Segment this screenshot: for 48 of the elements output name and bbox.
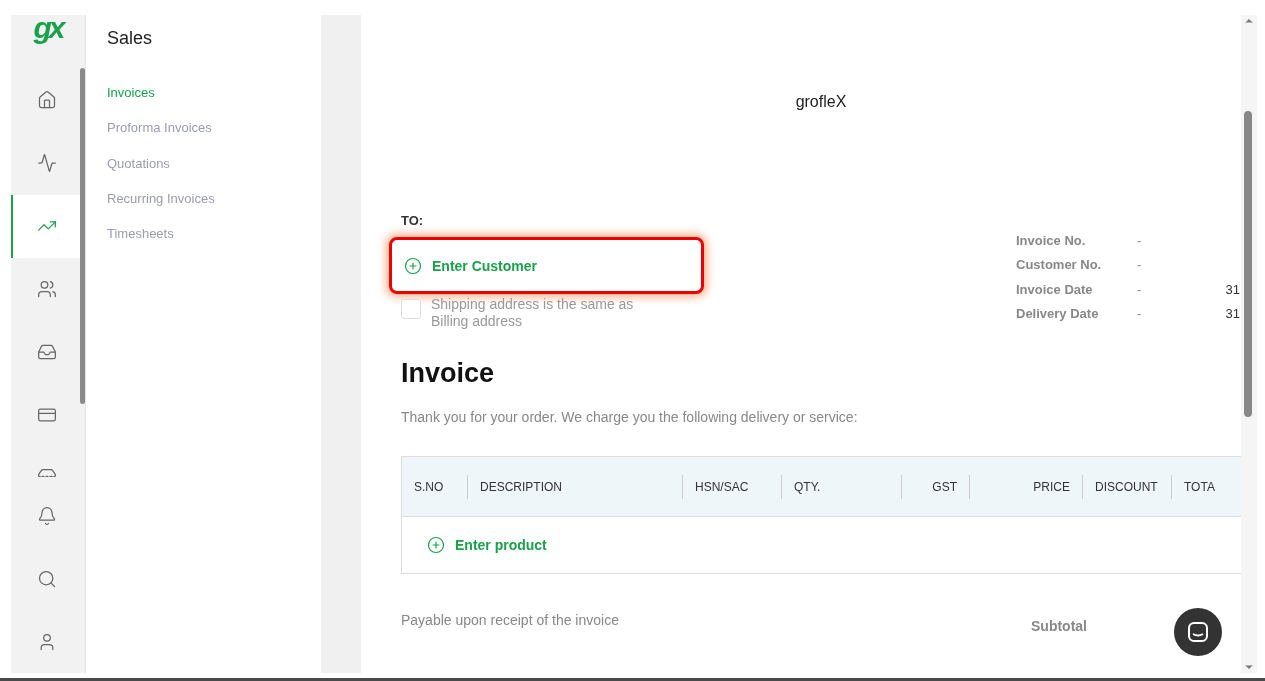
pulse-icon [36, 153, 57, 174]
meta-separator: - [1137, 281, 1143, 297]
plus-icon [427, 536, 445, 554]
nav-link[interactable]: Invoices [107, 85, 321, 121]
meta-separator: - [1137, 306, 1143, 322]
payment-note: Payable upon receipt of the invoice [401, 612, 620, 630]
to-label: TO: [401, 213, 425, 228]
search-icon [36, 568, 57, 589]
scrollbar-thumb[interactable] [80, 68, 85, 404]
column-header: DESCRIPTION [480, 479, 562, 494]
nav-link[interactable]: Quotations [107, 155, 321, 191]
users-icon [36, 279, 57, 300]
chat-button[interactable] [1174, 608, 1222, 656]
column-header: QTY. [794, 479, 821, 494]
meta-label: Invoice Date [1016, 281, 1094, 297]
meta-separator: - [1137, 232, 1143, 248]
checkbox[interactable] [401, 299, 421, 319]
company-name: grofleX [794, 93, 848, 112]
intro-text: Thank you for your order. We charge you the following delivery or service: [401, 409, 859, 425]
rail-item[interactable] [11, 194, 80, 258]
meta-label: Invoice No. [1016, 232, 1087, 248]
column-header: S.NO [414, 479, 444, 494]
column-header: PRICE [1033, 479, 1070, 494]
nav-link[interactable]: Proforma Invoices [107, 120, 321, 156]
meta-separator: - [1137, 257, 1143, 273]
subtotal-label: Subtotal [1031, 618, 1087, 634]
scrollbar-thumb[interactable] [1244, 111, 1252, 417]
bell-icon [36, 505, 57, 526]
section-title: Sales [107, 28, 154, 49]
plus-icon [404, 256, 422, 275]
logo: gx [32, 15, 66, 46]
column-header: TOTA [1184, 479, 1215, 494]
column-header: GST [932, 479, 957, 494]
enter-customer-button[interactable]: Enter Customer [389, 237, 704, 294]
column-header: HSN/SAC [695, 479, 749, 494]
meta-label: Customer No. [1016, 257, 1103, 273]
enter-product-button[interactable]: Enter product [427, 536, 547, 554]
nav-link[interactable]: Timesheets [107, 226, 321, 262]
column-header: DISCOUNT [1095, 479, 1158, 494]
scrollbar[interactable] [1241, 15, 1257, 673]
meta-label: Delivery Date [1016, 306, 1100, 322]
nav-link[interactable]: Recurring Invoices [107, 190, 321, 227]
home-icon [36, 90, 57, 111]
meta-value: 31 [1224, 306, 1240, 322]
chat-icon [1186, 620, 1210, 644]
meta-value: 31 [1224, 281, 1240, 297]
invoice-title: Invoice [401, 358, 496, 389]
checkbox-label: Shipping address is the same as Billing address [431, 296, 635, 330]
